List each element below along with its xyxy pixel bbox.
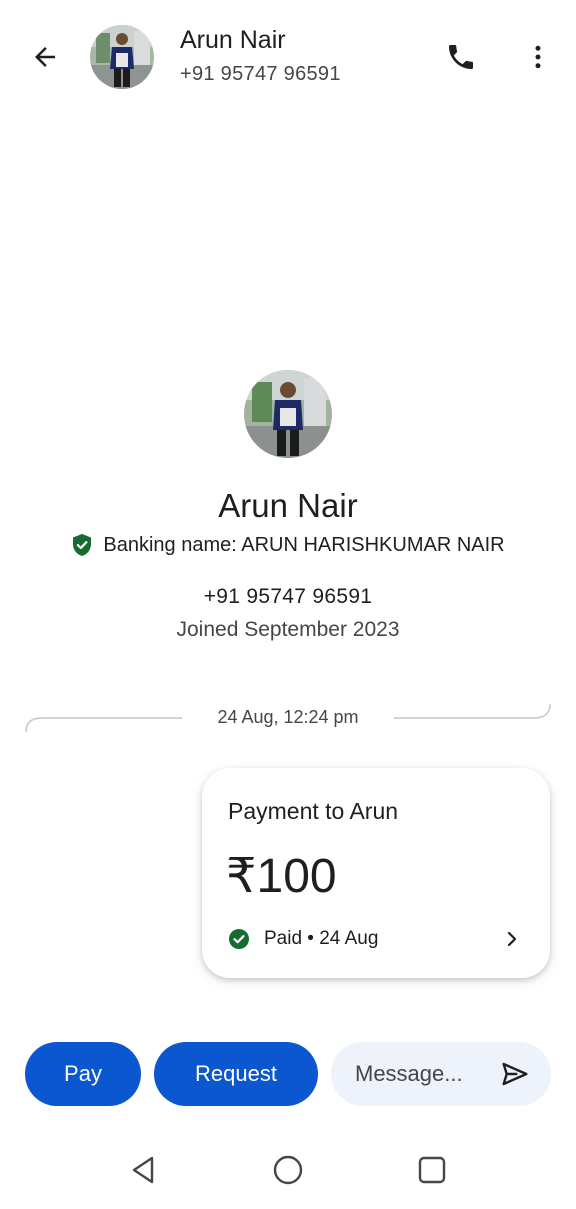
triangle-back-icon — [132, 1156, 154, 1184]
profile-phone: +91 95747 96591 — [203, 585, 373, 608]
square-recents-icon — [418, 1156, 446, 1184]
profile-name: Arun Nair — [218, 487, 358, 524]
header-avatar[interactable] — [90, 25, 154, 89]
joined-date: Joined September 2023 — [176, 618, 400, 641]
check-circle-icon — [229, 929, 249, 949]
system-home-button[interactable] — [268, 1150, 308, 1190]
system-recents-button[interactable] — [412, 1150, 452, 1190]
pay-button[interactable]: Pay — [25, 1042, 141, 1106]
app-header: Arun Nair +91 95747 96591 — [0, 0, 576, 112]
header-contact-name: Arun Nair — [180, 26, 286, 54]
banking-name: Banking name: ARUN HARISHKUMAR NAIR — [103, 533, 505, 556]
profile-avatar[interactable] — [244, 370, 332, 458]
phone-icon — [449, 45, 473, 69]
verified-shield-icon — [73, 534, 92, 556]
message-input[interactable] — [355, 1042, 495, 1106]
payment-status-text: Paid • 24 Aug — [264, 928, 379, 949]
back-button[interactable] — [24, 36, 66, 78]
payment-amount: ₹100 — [226, 850, 337, 903]
circle-home-icon — [273, 1155, 303, 1185]
send-button[interactable] — [497, 1056, 533, 1092]
arrow-back-icon — [35, 47, 55, 67]
chevron-right-icon — [502, 929, 522, 949]
request-button[interactable]: Request — [154, 1042, 318, 1106]
more-options-button[interactable] — [518, 36, 558, 78]
send-icon — [502, 1062, 528, 1086]
header-contact-phone: +91 95747 96591 — [180, 63, 341, 85]
call-button[interactable] — [440, 36, 482, 78]
more-vert-icon — [535, 45, 541, 69]
payment-title: Payment to Arun — [228, 798, 399, 824]
banking-name-row: Banking name: ARUN HARISHKUMAR NAIR — [0, 533, 576, 557]
payment-card[interactable]: Payment to Arun ₹100 Paid • 24 Aug — [202, 768, 550, 978]
message-timestamp: 24 Aug, 12:24 pm — [217, 707, 359, 727]
payment-status: Paid • 24 Aug — [228, 928, 378, 950]
system-back-button[interactable] — [124, 1150, 164, 1190]
message-composer — [331, 1042, 551, 1106]
